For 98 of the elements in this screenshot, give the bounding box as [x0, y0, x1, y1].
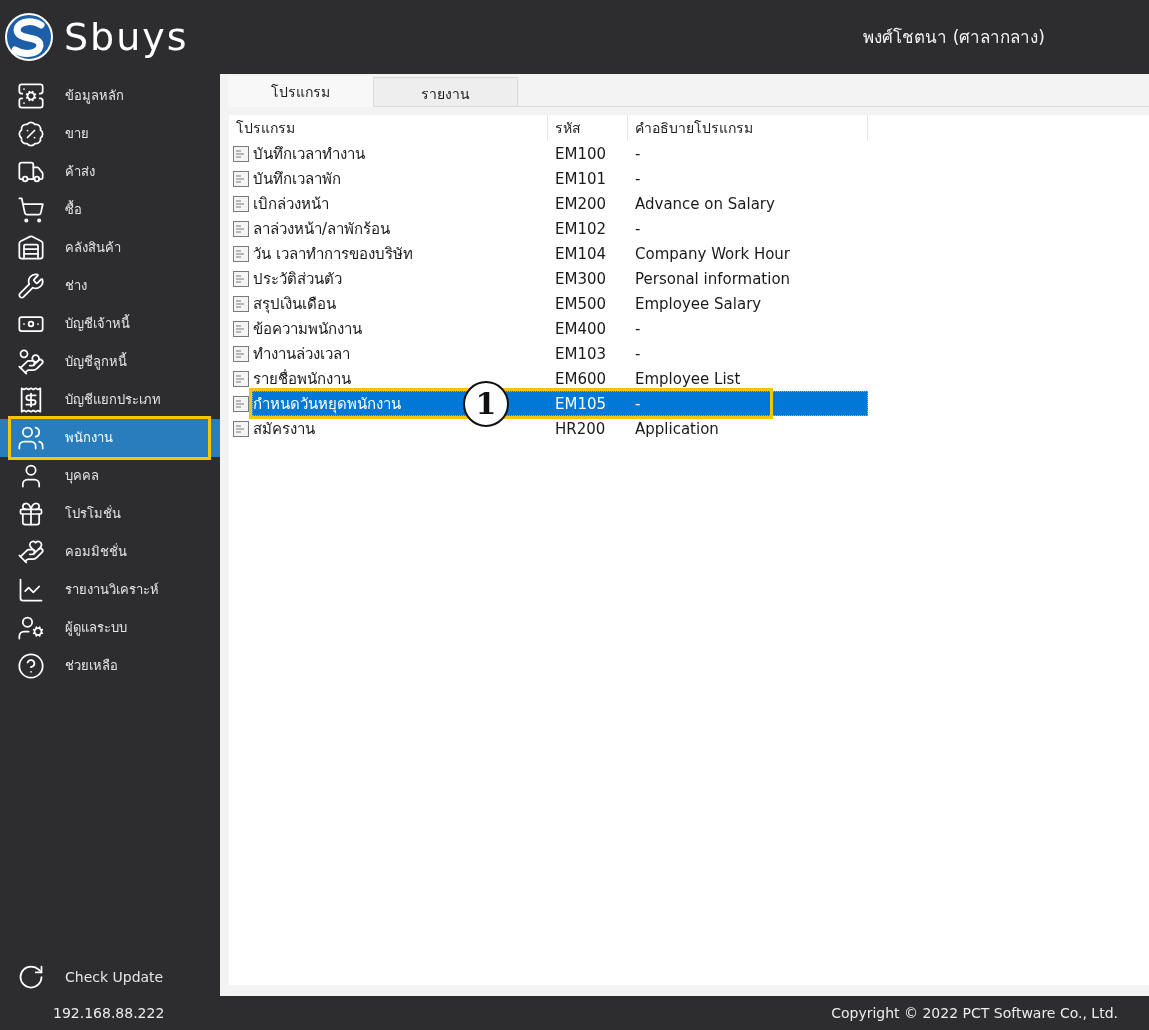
table-row[interactable]: ลาล่วงหน้า/ลาพักร้อน EM102 -	[252, 216, 868, 241]
sidebar-item[interactable]: ขาย	[0, 115, 220, 153]
tab[interactable]: โปรแกรม	[228, 76, 373, 107]
table-cell: EM600	[555, 370, 607, 388]
table-cell: EM500	[555, 295, 607, 313]
table-cell: -	[635, 220, 641, 238]
sidebar-item[interactable]: คลังสินค้า	[0, 229, 220, 267]
logo-icon	[5, 13, 53, 61]
server-gear-icon	[17, 82, 45, 110]
sidebar-item[interactable]: พนักงาน	[0, 419, 220, 457]
table-cell: -	[635, 320, 641, 338]
form-icon	[233, 170, 249, 187]
form-icon	[233, 220, 249, 237]
hand-coins-icon	[17, 348, 45, 376]
table-cell: EM300	[555, 270, 607, 288]
column-header: คำอธิบายโปรแกรม	[635, 119, 753, 137]
form-icon	[233, 270, 249, 287]
table-row[interactable]: ประวัติส่วนตัว EM300 Personal information	[252, 266, 868, 291]
user-name: พงศ์โชตนา (ศาลากลาง)	[863, 26, 1045, 48]
table-cell: EM102	[555, 220, 607, 238]
table-cell: Employee Salary	[635, 295, 762, 313]
table-row[interactable]: ทำงานล่วงเวลา EM103 -	[252, 341, 868, 366]
sidebar-item[interactable]: ผู้ดูแลระบบ	[0, 609, 220, 647]
table-cell: EM104	[555, 245, 607, 263]
sidebar-item[interactable]: บัญชีเจ้าหนี้	[0, 305, 220, 343]
table-cell: Advance on Salary	[635, 195, 775, 213]
copyright-text: Copyright © 2022 PCT Software Co., Ltd.	[831, 1004, 1118, 1022]
table-row[interactable]: ข้อความพนักงาน EM400 -	[252, 316, 868, 341]
users-icon	[17, 424, 45, 452]
table-cell: HR200	[555, 420, 606, 438]
table-cell: EM400	[555, 320, 607, 338]
user-gear-icon	[17, 614, 45, 642]
table-cell: -	[635, 170, 641, 188]
column-header: โปรแกรม	[236, 119, 295, 137]
warehouse-icon	[17, 234, 45, 262]
form-icon	[233, 395, 249, 412]
table-cell: ทำงานล่วงเวลา	[253, 345, 350, 363]
tab[interactable]: รายงาน	[373, 77, 518, 107]
table-cell: บันทึกเวลาพัก	[253, 170, 341, 188]
line-chart-icon	[17, 576, 45, 604]
table-cell: Employee List	[635, 370, 741, 388]
form-icon	[233, 320, 249, 337]
form-icon	[233, 420, 249, 437]
help-icon	[17, 652, 45, 680]
gift-icon	[17, 500, 45, 528]
percent-badge-icon	[17, 120, 45, 148]
table-row[interactable]: สรุปเงินเดือน EM500 Employee Salary	[252, 291, 868, 316]
table-cell: EM105	[555, 395, 607, 413]
column-header: รหัส	[555, 119, 581, 137]
table-cell: บันทึกเวลาทำงาน	[253, 145, 365, 163]
wrench-icon	[17, 272, 45, 300]
sidebar-item[interactable]: ซื้อ	[0, 191, 220, 229]
sidebar-item[interactable]: รายงานวิเคราะห์	[0, 571, 220, 609]
sidebar-item[interactable]: บัญชีแยกประเภท	[0, 381, 220, 419]
sidebar-item[interactable]: โปรโมชั่น	[0, 495, 220, 533]
sidebar-item[interactable]: ข้อมูลหลัก	[0, 77, 220, 115]
table-cell: ข้อความพนักงาน	[253, 320, 362, 338]
table-cell: EM103	[555, 345, 607, 363]
table-cell: ประวัติส่วนตัว	[253, 270, 342, 288]
logo-wordmark: Sbuys	[64, 15, 189, 59]
table-row[interactable]: บันทึกเวลาพัก EM101 -	[252, 166, 868, 191]
table-cell: -	[635, 395, 641, 413]
table-cell: Company Work Hour	[635, 245, 790, 263]
table-cell: เบิกล่วงหน้า	[253, 195, 329, 213]
check-update-button[interactable]: Check Update	[0, 958, 220, 996]
table-row[interactable]: บันทึกเวลาทำงาน EM100 -	[252, 141, 868, 166]
form-icon	[233, 245, 249, 262]
table-cell: EM200	[555, 195, 607, 213]
callout-number: 1	[463, 380, 509, 427]
sidebar-item[interactable]: ค้าส่ง	[0, 153, 220, 191]
table-cell: Application	[635, 420, 719, 438]
sidebar-item[interactable]: ช่าง	[0, 267, 220, 305]
ip-address: 192.168.88.222	[53, 1004, 165, 1022]
form-icon	[233, 195, 249, 212]
table-cell: -	[635, 345, 641, 363]
hand-heart-icon	[17, 538, 45, 566]
table-cell: EM100	[555, 145, 607, 163]
table-cell: รายชื่อพนักงาน	[253, 370, 351, 388]
cart-icon	[17, 196, 45, 224]
form-icon	[233, 370, 249, 387]
sidebar-item[interactable]: ช่วยเหลือ	[0, 647, 220, 685]
form-icon	[233, 145, 249, 162]
table-row[interactable]: เบิกล่วงหน้า EM200 Advance on Salary	[252, 191, 868, 216]
table-cell: สมัครงาน	[253, 420, 315, 438]
sidebar-item[interactable]: บัญชีลูกหนี้	[0, 343, 220, 381]
form-icon	[233, 345, 249, 362]
table-row[interactable]: วัน เวลาทำการของบริษัท EM104 Company Work Hour	[252, 241, 868, 266]
refresh-icon	[17, 963, 45, 991]
form-icon	[233, 295, 249, 312]
table-cell: -	[635, 145, 641, 163]
table-cell: กำหนดวันหยุดพนักงาน	[253, 395, 401, 413]
sidebar-item[interactable]: คอมมิชชั่น	[0, 533, 220, 571]
table-cell: วัน เวลาทำการของบริษัท	[253, 245, 413, 263]
table-cell: ลาล่วงหน้า/ลาพักร้อน	[253, 220, 391, 238]
table-cell: สรุปเงินเดือน	[253, 295, 336, 313]
table-cell: Personal information	[635, 270, 791, 288]
table-cell: EM101	[555, 170, 607, 188]
sidebar-item[interactable]: บุคคล	[0, 457, 220, 495]
